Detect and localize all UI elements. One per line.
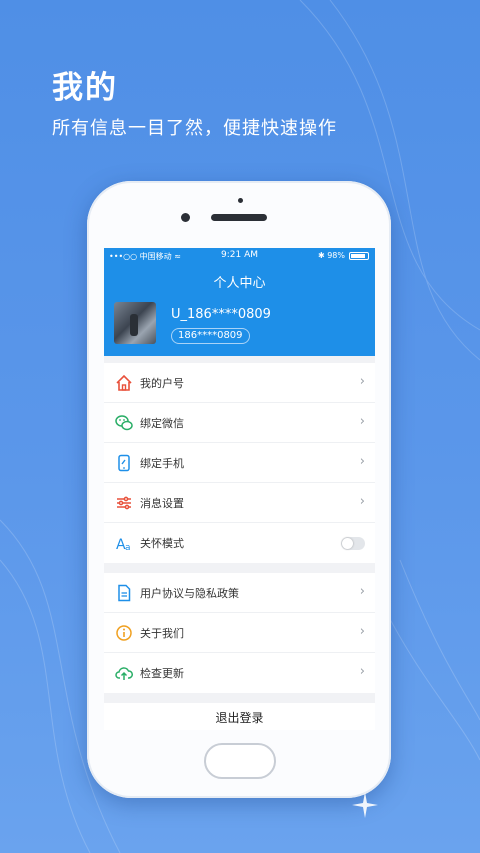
username: U_186****0809 [171,307,271,322]
menu-label: 关于我们 [140,627,184,640]
sliders-icon [117,496,131,510]
svg-text:a: a [125,543,131,552]
menu-label: 绑定手机 [140,457,184,470]
sparkle-icon [352,792,378,818]
profile-header: •••○○ 中国移动 ≈ 9:21 AM ✱ 98% 个人中心 U_186***… [104,248,375,356]
menu-item-wechat[interactable]: 绑定微信 › [104,403,375,443]
menu-label: 绑定微信 [140,417,184,430]
menu-item-care-mode: Aa 关怀模式 [104,523,375,563]
menu-item-account[interactable]: 我的户号 › [104,363,375,403]
font-size-icon: Aa [116,537,131,552]
front-camera [181,213,190,222]
cloud-upload-icon [115,667,133,680]
menu-item-notifications[interactable]: 消息设置 › [104,483,375,523]
menu-item-privacy[interactable]: 用户协议与隐私政策 › [104,573,375,613]
page-subtitle: 所有信息一目了然，便捷快速操作 [52,118,337,139]
menu-label: 关怀模式 [140,537,184,550]
menu-label: 消息设置 [140,497,184,510]
info-icon [116,625,132,641]
earpiece-speaker [211,214,267,221]
logout-button[interactable]: 退出登录 [104,703,375,730]
phone-badge: 186****0809 [171,328,250,344]
about-menu: 用户协议与隐私政策 › 关于我们 › 检查更新 › [104,573,375,693]
page-title: 我的 [52,70,118,106]
menu-label: 我的户号 [140,377,184,390]
wechat-icon [115,415,133,431]
home-icon [116,374,132,391]
menu-item-about[interactable]: 关于我们 › [104,613,375,653]
chevron-right-icon: › [359,584,365,599]
document-icon [118,584,131,602]
status-bar: •••○○ 中国移动 ≈ 9:21 AM ✱ 98% [104,248,375,264]
avatar[interactable] [114,302,156,344]
app-screen: •••○○ 中国移动 ≈ 9:21 AM ✱ 98% 个人中心 U_186***… [104,248,375,730]
chevron-right-icon: › [359,414,365,429]
care-mode-toggle[interactable] [341,537,365,550]
phone-icon [118,454,130,472]
home-button [204,743,276,779]
screen-title: 个人中心 [213,276,266,291]
chevron-right-icon: › [359,454,365,469]
menu-label: 用户协议与隐私政策 [140,587,239,600]
settings-menu: 我的户号 › 绑定微信 › 绑定手机 › 消息设置 › Aa 关怀模式 [104,363,375,563]
menu-item-phone[interactable]: 绑定手机 › [104,443,375,483]
phone-frame: •••○○ 中国移动 ≈ 9:21 AM ✱ 98% 个人中心 U_186***… [87,181,391,798]
menu-item-update[interactable]: 检查更新 › [104,653,375,693]
menu-label: 检查更新 [140,667,184,680]
chevron-right-icon: › [359,664,365,679]
chevron-right-icon: › [359,374,365,389]
battery-percent: ✱ 98% [317,251,345,260]
chevron-right-icon: › [359,494,365,509]
chevron-right-icon: › [359,624,365,639]
battery-icon [349,252,369,260]
sensor-dot [238,198,243,203]
